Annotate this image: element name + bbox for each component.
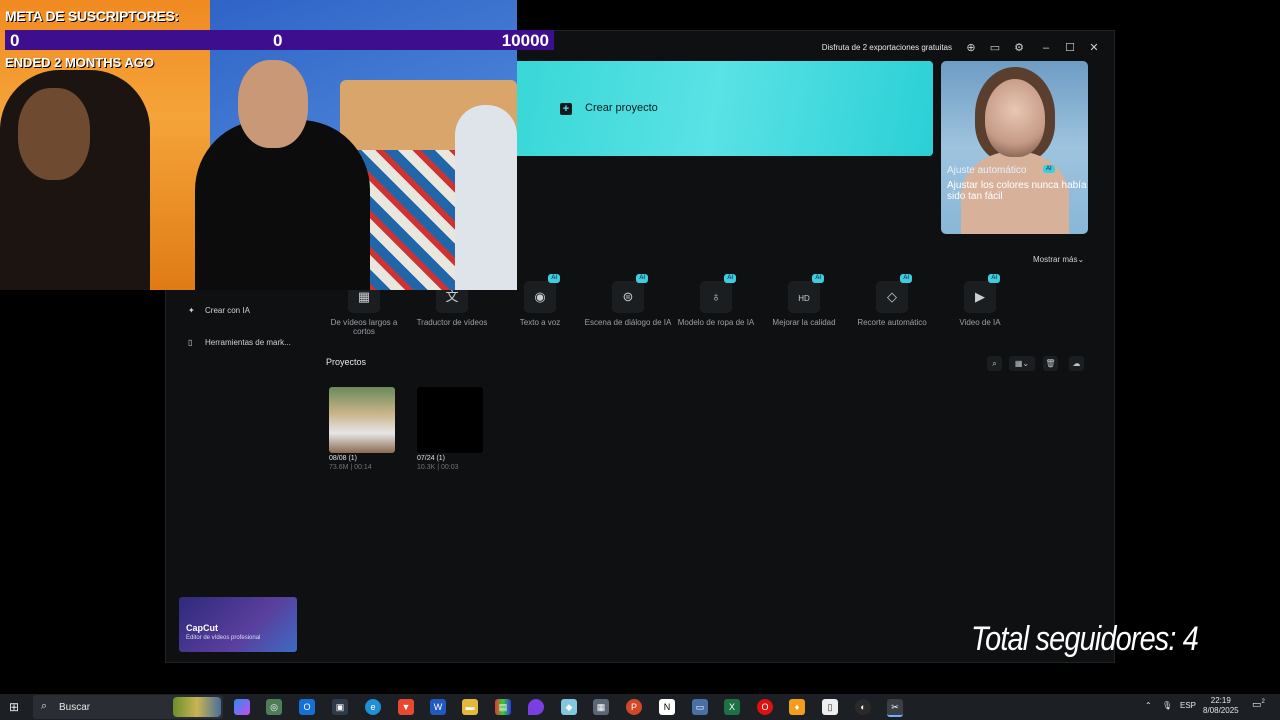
create-project-banner[interactable]: + Crear proyecto <box>496 61 933 156</box>
voice-icon: ◉ <box>534 289 546 304</box>
total-followers: Total seguidores: 4 <box>971 620 1199 658</box>
project-name: 07/24 (1) <box>417 455 446 462</box>
clock[interactable]: 22:19 8/08/2025 <box>1203 696 1239 716</box>
hd-icon: HD <box>798 294 810 303</box>
windows-start-icon[interactable]: ⊞ <box>9 700 23 714</box>
project-thumbnail[interactable] <box>417 387 483 453</box>
ai-badge: AI <box>900 274 912 283</box>
language-indicator[interactable]: ESP <box>1180 701 1196 710</box>
tool-dialog-scene[interactable]: ⊜ AI Escena de diálogo de IA <box>584 274 672 327</box>
taskbar: ⊞ ⌕ Buscar ◎ O ▣ e ▼ W ▬ ▤ ◆ ▦ P N ▭ X O… <box>0 694 1280 720</box>
view-toggle-icon[interactable]: ▦⌄ <box>1009 356 1035 371</box>
project-meta: 10.3K | 00:03 <box>417 464 459 471</box>
goal-target: 10000 <box>501 31 549 50</box>
shirt-icon: ♁ <box>711 289 721 304</box>
search-icon[interactable]: ⌕ <box>987 356 1002 371</box>
feedback-icon[interactable]: ▭ <box>988 41 1002 55</box>
notification-icon[interactable]: ▭2 <box>1252 699 1265 710</box>
notion-icon[interactable]: N <box>659 699 675 715</box>
translate-icon: 文 <box>445 289 459 304</box>
projects-title: Proyectos <box>326 357 367 367</box>
sparkle-icon: ✦ <box>188 306 195 315</box>
copilot-icon[interactable] <box>234 699 250 715</box>
subscriber-goal-title: META DE SUSCRIPTORES: <box>5 8 179 24</box>
ai-badge: AI <box>812 274 824 283</box>
tool-auto-cutout[interactable]: ◇ AI Recorte automático <box>848 274 936 327</box>
tool-improve-quality[interactable]: HD AI Mejorar la calidad <box>760 274 848 327</box>
store-icon[interactable]: ▣ <box>332 699 348 715</box>
film-icon: ▦ <box>357 289 371 304</box>
search-highlight-image <box>173 697 221 717</box>
document-icon[interactable]: ▯ <box>822 699 838 715</box>
outlook-icon[interactable]: O <box>299 699 315 715</box>
minimize-icon[interactable]: – <box>1039 41 1053 55</box>
sidebar-item-create-ai[interactable]: ✦ Crear con IA <box>188 306 250 315</box>
feature-description: Ajustar los colores nunca había sido tan… <box>947 180 1087 202</box>
export-promo-text[interactable]: Disfruta de 2 exportaciones gratuitas <box>822 43 952 52</box>
capcut-pro-card[interactable]: CapCut Editor de vídeos profesional <box>179 597 297 652</box>
search-icon: ⌕ <box>41 700 48 712</box>
microphone-icon[interactable]: 🎙 <box>1162 701 1172 710</box>
clock-time: 22:19 <box>1210 696 1231 705</box>
edge-icon[interactable]: e <box>365 699 381 715</box>
calculator-icon[interactable]: ▦ <box>593 699 609 715</box>
ai-badge: AI <box>548 274 560 283</box>
goal-progress: 0 <box>273 31 283 50</box>
upload-icon[interactable]: ⊕ <box>964 41 978 55</box>
opera-icon[interactable]: O <box>757 699 773 715</box>
project-thumbnail[interactable] <box>329 387 395 453</box>
cloud-icon[interactable]: ☁ <box>1069 356 1084 371</box>
notes-icon[interactable]: ◆ <box>561 699 577 715</box>
monitor-icon[interactable]: ▭ <box>692 699 708 715</box>
feature-title: Ajuste automático <box>947 165 1027 176</box>
goal-ended-text: ENDED 2 MONTHS AGO <box>5 55 155 70</box>
project-name: 08/08 (1) <box>329 455 358 462</box>
video-icon: ▶ <box>975 289 985 304</box>
dialog-icon: ⊜ <box>622 289 634 304</box>
maximize-icon[interactable]: ☐ <box>1063 41 1077 55</box>
folder-icon[interactable]: ▬ <box>462 699 478 715</box>
create-project-label: Crear proyecto <box>585 102 658 114</box>
ai-badge: AI <box>1043 165 1055 173</box>
app-icon[interactable]: ◎ <box>266 699 282 715</box>
fl-studio-icon[interactable]: ♦ <box>789 699 805 715</box>
tool-ai-video[interactable]: ▶ AI Video de IA <box>936 274 1024 327</box>
close-icon[interactable]: ✕ <box>1087 41 1101 55</box>
excel-icon[interactable]: X <box>724 699 740 715</box>
clock-date: 8/08/2025 <box>1203 706 1239 715</box>
word-icon[interactable]: W <box>430 699 446 715</box>
sidebar-item-marketing[interactable]: ▯ Herramientas de mark... <box>188 338 291 347</box>
brave-icon[interactable]: ▼ <box>398 699 414 715</box>
ai-badge: AI <box>724 274 736 283</box>
obs-icon[interactable]: ◐ <box>855 699 871 715</box>
taskbar-search[interactable]: ⌕ Buscar <box>33 695 223 719</box>
powerpoint-icon[interactable]: P <box>626 699 642 715</box>
chevron-down-icon: ⌄ <box>1077 255 1085 264</box>
tool-clothing-model[interactable]: ♁ AI Modelo de ropa de IA <box>672 274 760 327</box>
marketing-icon: ▯ <box>188 338 193 347</box>
show-more-link[interactable]: Mostrar más⌄ <box>1033 255 1084 264</box>
eraser-icon: ◇ <box>887 289 897 304</box>
dropper-icon[interactable] <box>528 699 544 715</box>
capcut-taskbar-icon[interactable]: ✂ <box>887 699 903 717</box>
ai-badge: AI <box>988 274 1000 283</box>
project-meta: 73.6M | 00:14 <box>329 464 372 471</box>
goal-current: 0 <box>10 31 20 50</box>
winrar-icon[interactable]: ▤ <box>495 699 511 715</box>
ai-badge: AI <box>636 274 648 283</box>
settings-icon[interactable]: ⚙ <box>1012 41 1026 55</box>
plus-icon: + <box>560 103 572 115</box>
chevron-up-icon[interactable]: ⌃ <box>1145 701 1152 710</box>
feature-card-auto-adjust[interactable]: Ajuste automático AI Ajustar los colores… <box>941 61 1088 234</box>
subscriber-goal-bar: 0 0 10000 <box>5 30 554 50</box>
trash-icon[interactable]: 🗑 <box>1043 356 1058 371</box>
